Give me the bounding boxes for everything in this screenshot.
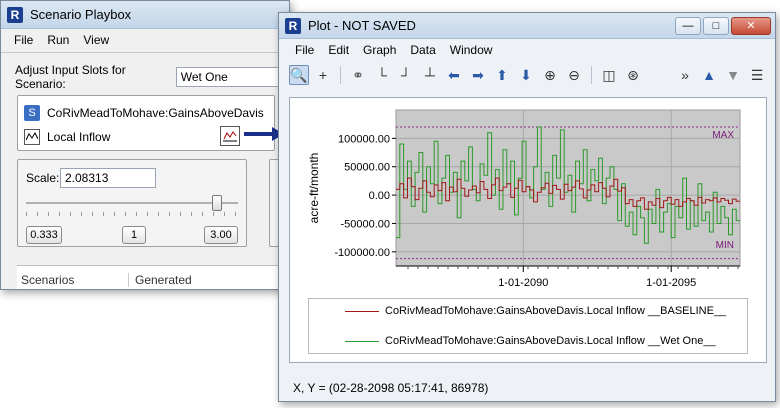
window-controls: — □ ✕ (675, 16, 771, 35)
overflow-chevron-icon[interactable]: » (675, 65, 695, 85)
scenario-select[interactable]: Wet One (175, 67, 289, 87)
plot-menu-data[interactable]: Data (403, 43, 442, 57)
split-vertical-icon[interactable]: ◫ (599, 65, 619, 85)
y-tick-label: 0.00 (369, 190, 390, 202)
legend-item-baseline[interactable]: CoRivMeadToMohave:GainsAboveDavis.Local … (345, 305, 726, 317)
list-icon[interactable]: ☰ (747, 65, 767, 85)
plot-titlebar[interactable]: R Plot - NOT SAVED — □ ✕ (279, 13, 775, 39)
app-logo-icon: R (285, 17, 301, 34)
maximize-icon[interactable]: □ (703, 16, 729, 35)
zoom-in-icon[interactable]: ⊕ (540, 65, 560, 85)
scale-panel: Scale: 2.08313 0.333 1 3.00 (17, 159, 247, 247)
legend-box[interactable]: CoRivMeadToMohave:GainsAboveDavis.Local … (308, 298, 748, 354)
y-tick-label: 50000.00 (344, 162, 390, 174)
scale-input-value: 2.08313 (65, 171, 109, 185)
app-logo-icon: R (7, 6, 23, 23)
min-label: MIN (716, 240, 734, 251)
plot-menu-file[interactable]: File (288, 43, 321, 57)
plot-menubar: File Edit Graph Data Window (279, 39, 775, 61)
toolbar-separator (591, 66, 592, 84)
scale-slider-track[interactable] (26, 202, 238, 204)
plot-toolbar: 🔍 + ⚭ └ ┘ ┴ ⬅ ➡ ⬆ ⬇ ⊕ ⊖ ◫ ⊛ » ▲ ▼ ☰ (279, 61, 775, 89)
legend-item-wet-one[interactable]: CoRivMeadToMohave:GainsAboveDavis.Local … (345, 335, 716, 347)
arrow-up-icon[interactable]: ⬆ (492, 65, 512, 85)
y-axis-label: acre-ft/month (307, 153, 321, 224)
toolbar-separator (340, 66, 341, 84)
y-tick-label: 100000.00 (338, 133, 390, 145)
slot-row[interactable]: S CoRivMeadToMohave:GainsAboveDavis (24, 101, 264, 125)
plot-menu-window[interactable]: Window (443, 43, 500, 57)
slot-item-row[interactable]: Local Inflow (24, 125, 110, 149)
scale-slider-ticks (26, 212, 238, 216)
arrow-right-icon[interactable]: ➡ (468, 65, 488, 85)
scenario-select-value: Wet One (180, 70, 228, 84)
raise-icon[interactable]: ▲ (699, 65, 719, 85)
axis-r-icon[interactable]: ┘ (396, 65, 416, 85)
slot-item-label: Local Inflow (47, 130, 111, 144)
axis-3-icon[interactable]: ┴ (420, 65, 440, 85)
series-icon (24, 129, 40, 145)
scale-label: Scale: (26, 171, 60, 185)
max-label: MAX (712, 130, 734, 141)
legend-label-baseline: CoRivMeadToMohave:GainsAboveDavis.Local … (385, 305, 727, 317)
lower-icon[interactable]: ▼ (723, 65, 743, 85)
playbox-titlebar[interactable]: R Scenario Playbox (1, 1, 289, 29)
arrow-down-icon[interactable]: ⬇ (516, 65, 536, 85)
slot-icon: S (24, 105, 40, 121)
split-horizontal-icon[interactable]: ⊛ (623, 65, 643, 85)
x-tick-label: 1-01-2090 (498, 277, 548, 289)
arrow-left-icon[interactable]: ⬅ (444, 65, 464, 85)
plot-menu-graph[interactable]: Graph (356, 43, 403, 57)
legend-swatch-wet-one (345, 340, 379, 342)
scenarios-table-header: Scenarios Generated (17, 265, 289, 289)
plot-title: Plot - NOT SAVED (308, 18, 416, 33)
slot-panel: S CoRivMeadToMohave:GainsAboveDavis Loca… (17, 95, 275, 151)
legend-swatch-baseline (345, 310, 379, 312)
adjust-label: Adjust Input Slots for Scenario: (15, 63, 126, 91)
playbox-menu-file[interactable]: File (7, 33, 40, 47)
scale-one-button[interactable]: 1 (122, 226, 146, 244)
scale-slider-thumb[interactable] (211, 195, 222, 211)
legend-label-wet-one: CoRivMeadToMohave:GainsAboveDavis.Local … (385, 335, 716, 347)
plot-menu-edit[interactable]: Edit (321, 43, 356, 57)
close-icon[interactable]: ✕ (731, 16, 771, 35)
y-tick-label: -100000.00 (334, 247, 390, 259)
scale-min-button[interactable]: 0.333 (26, 226, 62, 244)
crosshair-icon[interactable]: + (313, 65, 333, 85)
playbox-menu-view[interactable]: View (76, 33, 116, 47)
playbox-menu-run[interactable]: Run (40, 33, 76, 47)
zoom-out-icon[interactable]: ⊖ (564, 65, 584, 85)
x-tick-label: 1-01-2095 (646, 277, 696, 289)
scale-input[interactable]: 2.08313 (60, 168, 156, 188)
open-plot-icon[interactable] (220, 126, 240, 146)
status-bar: X, Y = (02-28-2098 05:17:41, 86978) (279, 375, 775, 401)
y-tick-label: -50000.00 (340, 218, 390, 230)
scenario-playbox-window: R Scenario Playbox File Run View Adjust … (0, 0, 291, 290)
adjust-row: Adjust Input Slots for Scenario: Wet One (15, 63, 289, 91)
axis-l-icon[interactable]: └ (372, 65, 392, 85)
playbox-title: Scenario Playbox (30, 7, 132, 22)
plot-window: R Plot - NOT SAVED — □ ✕ File Edit Graph… (278, 12, 776, 402)
slot-name: CoRivMeadToMohave:GainsAboveDavis (47, 106, 264, 120)
playbox-menubar: File Run View (1, 29, 289, 51)
plot-area[interactable]: 100000.00 50000.00 0.00 -50000.00 -100000.00… (289, 97, 767, 363)
link-icon[interactable]: ⚭ (348, 65, 368, 85)
col-generated[interactable]: Generated (129, 273, 192, 287)
minimize-icon[interactable]: — (675, 16, 701, 35)
scale-max-button[interactable]: 3.00 (204, 226, 238, 244)
zoom-select-icon[interactable]: 🔍 (289, 65, 309, 85)
cursor-coordinates: X, Y = (02-28-2098 05:17:41, 86978) (293, 381, 489, 395)
col-scenarios[interactable]: Scenarios (17, 273, 129, 287)
